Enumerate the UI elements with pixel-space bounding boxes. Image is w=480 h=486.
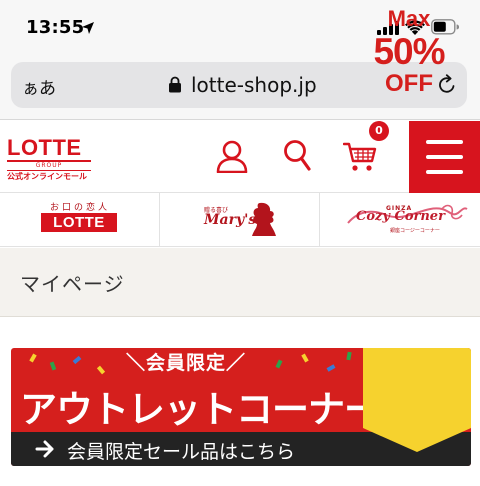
brand-name: LOTTE: [41, 213, 117, 232]
lock-icon: [169, 76, 181, 93]
page-title: マイページ: [20, 272, 125, 296]
brand-name: Cozy Corner: [356, 209, 445, 224]
arrow-right-icon: [35, 440, 54, 458]
marys-silhouette-icon: [252, 202, 276, 236]
hamburger-menu-button[interactable]: [409, 121, 480, 193]
confetti: [29, 353, 37, 363]
banner-cta-text: 会員限定セール品はこちら: [67, 441, 296, 463]
confetti: [96, 365, 106, 375]
brand-tagline: お口の恋人: [49, 203, 110, 213]
confetti: [346, 351, 352, 361]
brand-nav: お口の恋人 LOTTE 贈る喜び Mary's GINZA Cozy Corne…: [0, 193, 480, 247]
outlet-banner[interactable]: ＼会員限定／ アウトレットコーナー 会員限定セール品はこちら: [11, 348, 471, 466]
search-icon[interactable]: [282, 139, 312, 171]
brand-subname: 銀座コージーコーナー: [390, 228, 440, 234]
brand-marys[interactable]: 贈る喜び Mary's: [160, 193, 320, 246]
confetti: [326, 364, 336, 372]
banner-title: アウトレットコーナー: [20, 388, 381, 431]
confetti: [301, 353, 309, 363]
user-icon[interactable]: [215, 139, 249, 173]
location-arrow-icon: [82, 22, 94, 34]
confetti: [72, 355, 82, 365]
banner-subtitle: ＼会員限定／: [126, 352, 247, 374]
site-header: LOTTE GROUP 公式オンラインモール: [0, 121, 480, 193]
logo-text: LOTTE: [7, 135, 82, 160]
badge-max: Max: [387, 6, 431, 31]
status-time: 13:55: [26, 17, 85, 38]
cart-icon[interactable]: [343, 141, 377, 173]
confetti: [49, 361, 57, 371]
lotte-logo[interactable]: LOTTE GROUP 公式オンラインモール: [7, 137, 91, 182]
discount-badge: [363, 348, 471, 452]
badge-off: OFF: [385, 70, 433, 97]
brand-lotte-koibito[interactable]: お口の恋人 LOTTE: [0, 193, 160, 246]
badge-percent: 50%: [373, 31, 445, 72]
page-title-band: マイページ: [0, 248, 480, 317]
hamburger-menu-icon: [426, 140, 463, 144]
confetti: [275, 359, 283, 369]
logo-group: GROUP: [35, 162, 63, 169]
url-text[interactable]: lotte-shop.jp: [191, 73, 317, 97]
cart-count-badge: 0: [369, 121, 389, 141]
reader-view-button[interactable]: ぁあ: [22, 74, 56, 99]
logo-subtitle: 公式オンラインモール: [7, 172, 87, 181]
brand-cozy-corner[interactable]: GINZA Cozy Corner 銀座コージーコーナー: [320, 193, 480, 246]
